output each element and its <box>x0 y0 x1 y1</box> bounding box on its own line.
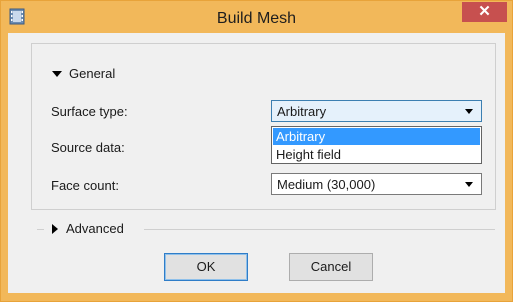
surface-type-label: Surface type: <box>51 104 128 119</box>
collapsed-triangle-icon <box>52 223 58 234</box>
general-group-label: General <box>69 66 116 81</box>
face-count-select[interactable]: Medium (30,000) <box>271 173 482 195</box>
cancel-button[interactable]: Cancel <box>289 253 373 281</box>
source-data-label: Source data: <box>51 140 125 155</box>
advanced-divider-right <box>144 229 495 230</box>
surface-type-value: Arbitrary <box>277 104 327 119</box>
advanced-group-toggle[interactable]: Advanced <box>48 221 128 236</box>
surface-type-dropdown: Arbitrary Height field <box>271 126 482 164</box>
chevron-down-icon <box>465 182 473 187</box>
advanced-divider-left <box>37 229 44 230</box>
dropdown-option-arbitrary[interactable]: Arbitrary <box>273 128 480 145</box>
close-button[interactable]: ✕ <box>462 2 507 22</box>
window-title: Build Mesh <box>216 10 297 27</box>
face-count-label: Face count: <box>51 178 119 193</box>
expanded-triangle-icon <box>52 70 62 77</box>
ok-button[interactable]: OK <box>164 253 248 281</box>
face-count-value: Medium (30,000) <box>277 177 376 192</box>
general-group-toggle[interactable]: General <box>48 66 120 81</box>
title-bar[interactable]: Build Mesh ✕ <box>1 1 512 33</box>
dropdown-option-height-field[interactable]: Height field <box>273 146 480 163</box>
chevron-down-icon <box>465 109 473 114</box>
surface-type-select[interactable]: Arbitrary <box>271 100 482 122</box>
close-icon: ✕ <box>478 3 491 20</box>
advanced-group-label: Advanced <box>66 221 124 236</box>
